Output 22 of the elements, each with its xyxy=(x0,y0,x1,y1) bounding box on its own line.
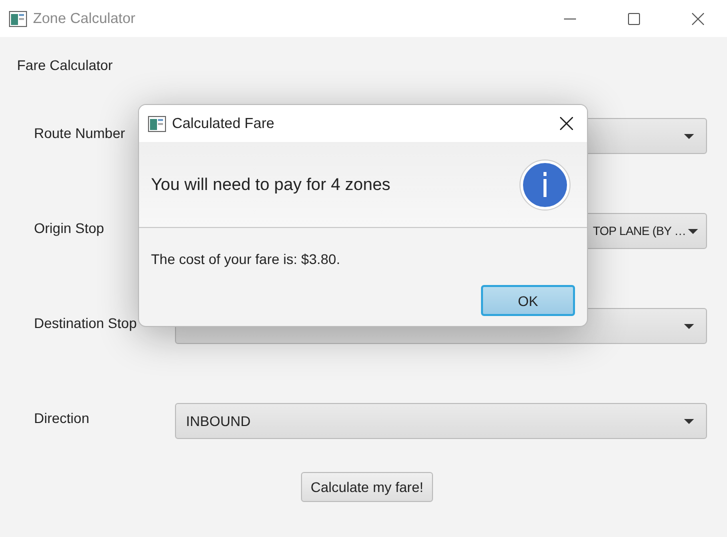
window-title: Zone Calculator xyxy=(33,10,136,26)
dropdown-arrow-icon xyxy=(684,134,694,138)
dropdown-arrow-icon xyxy=(684,418,694,424)
dropdown-field[interactable]: INBOUND xyxy=(175,403,707,439)
dialog-title: Calculated Fare xyxy=(172,116,274,132)
close-icon[interactable] xyxy=(692,12,704,24)
close-icon[interactable] xyxy=(560,117,573,130)
app-icon xyxy=(148,116,166,132)
dialog-header-text: You will need to pay for 4 zones xyxy=(151,174,390,194)
field-label: Direction xyxy=(34,410,90,426)
dialog-message: The cost of your fare is: $3.80. xyxy=(151,251,340,267)
dropdown-arrow-icon xyxy=(684,324,694,328)
field-label: Origin Stop xyxy=(34,220,104,236)
info-icon xyxy=(519,158,571,210)
field-label: Route Number xyxy=(34,125,126,141)
calculate-button[interactable]: Calculate my fare! xyxy=(300,472,434,502)
app-icon xyxy=(9,10,27,26)
maximize-icon[interactable] xyxy=(628,12,640,24)
ok-button[interactable]: OK xyxy=(481,285,575,316)
dropdown-arrow-icon xyxy=(688,228,698,234)
field-label: Destination Stop xyxy=(34,315,137,331)
form-heading: Fare Calculator xyxy=(17,57,114,75)
